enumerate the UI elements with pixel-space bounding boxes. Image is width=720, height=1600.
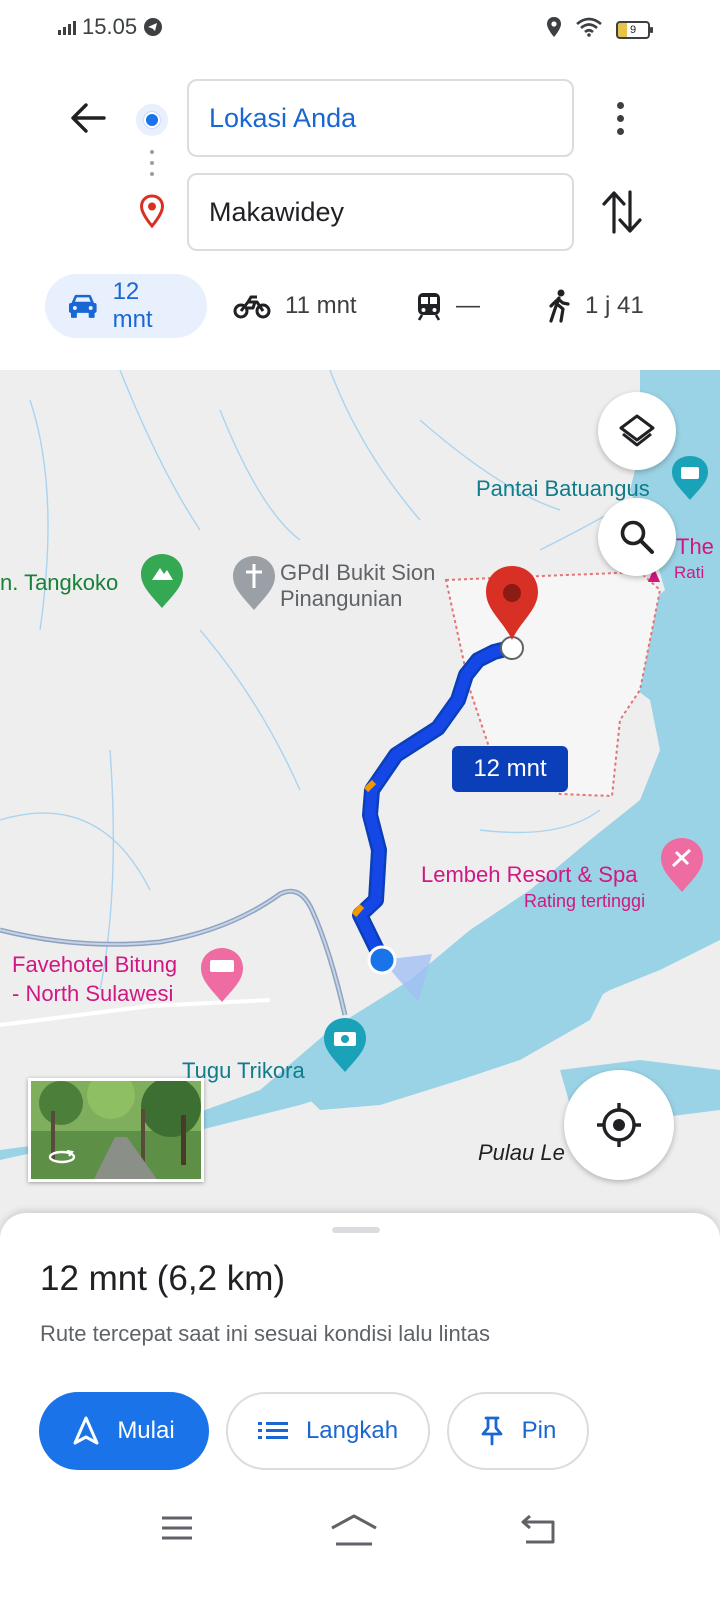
mode-car-time: 12 mnt bbox=[112, 278, 153, 333]
status-time: 15.05 bbox=[82, 14, 138, 39]
route-description: Rute tercepat saat ini sesuai kondisi la… bbox=[40, 1321, 491, 1346]
mode-motorcycle-time: 11 mnt bbox=[285, 292, 357, 319]
route-bottom-sheet[interactable]: 12 mnt (6,2 km) Rute tercepat saat ini s… bbox=[0, 1213, 720, 1600]
system-nav-bar bbox=[0, 1490, 720, 1600]
pin-icon bbox=[481, 1416, 503, 1446]
steps-button[interactable]: Langkah bbox=[226, 1392, 430, 1470]
location-status-icon bbox=[546, 16, 562, 43]
destination-pin-icon bbox=[136, 194, 168, 230]
layers-icon bbox=[619, 414, 655, 447]
battery-level: 9 bbox=[629, 23, 637, 36]
layers-button[interactable] bbox=[598, 392, 676, 470]
start-label: Mulai bbox=[117, 1417, 175, 1444]
map-label-church-line1: GPdI Bukit Sion bbox=[280, 560, 436, 585]
mode-transit[interactable]: — bbox=[416, 274, 480, 338]
car-icon bbox=[68, 294, 97, 318]
navigation-arrow-icon bbox=[73, 1416, 99, 1445]
map-label-pulau: Pulau Le bbox=[478, 1140, 565, 1165]
more-options-button[interactable] bbox=[600, 94, 640, 142]
map-label-tangkoko[interactable]: n. Tangkoko bbox=[0, 570, 118, 596]
street-view-thumbnail[interactable] bbox=[28, 1078, 204, 1182]
map-label-church[interactable]: GPdI Bukit Sion Pinangunian bbox=[280, 560, 435, 612]
back-arrow-icon bbox=[71, 103, 106, 133]
mode-walk-time: 1 j 41 bbox=[585, 292, 644, 319]
swap-icon bbox=[602, 190, 642, 234]
route-connector bbox=[150, 150, 154, 176]
route-summary: 12 mnt (6,2 km) bbox=[40, 1259, 286, 1298]
start-button[interactable]: Mulai bbox=[39, 1392, 209, 1470]
mode-motorcycle[interactable]: 11 mnt bbox=[233, 274, 357, 338]
mode-walk[interactable]: 1 j 41 bbox=[547, 274, 644, 338]
map-label-pantai[interactable]: Pantai Batuangus bbox=[476, 476, 650, 502]
directions-header: Lokasi Anda Makawidey 12 mnt 11 mnt — 1 … bbox=[0, 58, 720, 370]
travel-modes: 12 mnt 11 mnt — 1 j 41 bbox=[0, 274, 720, 338]
search-map-button[interactable] bbox=[598, 498, 676, 576]
map-label-the[interactable]: The bbox=[676, 534, 714, 560]
walk-icon bbox=[549, 289, 570, 323]
map-label-lembeh-sub: Rating tertinggi bbox=[524, 891, 646, 911]
origin-dot-icon bbox=[136, 104, 168, 136]
mode-transit-time: — bbox=[456, 292, 480, 319]
menu-nav-icon[interactable] bbox=[160, 1514, 194, 1542]
motorcycle-icon bbox=[233, 295, 271, 319]
status-left: 15.05 bbox=[58, 14, 163, 40]
sheet-drag-handle[interactable] bbox=[332, 1227, 380, 1233]
my-location-icon bbox=[597, 1103, 641, 1147]
origin-field[interactable]: Lokasi Anda bbox=[187, 79, 574, 157]
search-icon bbox=[620, 520, 654, 554]
map-label-rati: Rati bbox=[674, 563, 705, 582]
map-view[interactable]: n. Tangkoko GPdI Bukit Sion Pinangunian … bbox=[0, 370, 720, 1240]
map-label-favehotel-line2: - North Sulawesi bbox=[12, 981, 174, 1006]
pin-label: Pin bbox=[521, 1417, 557, 1444]
status-bar: 15.05 9 bbox=[0, 0, 720, 58]
transit-icon bbox=[417, 293, 441, 321]
signal-icon bbox=[58, 19, 76, 35]
battery-icon: 9 bbox=[616, 20, 653, 39]
telegram-icon bbox=[143, 17, 163, 37]
home-nav-icon[interactable] bbox=[330, 1514, 378, 1546]
back-nav-icon[interactable] bbox=[520, 1514, 556, 1544]
wifi-icon bbox=[576, 17, 602, 42]
list-icon bbox=[257, 1422, 288, 1439]
eta-chip[interactable]: 12 mnt bbox=[452, 746, 568, 792]
street-view-360-icon bbox=[48, 1149, 76, 1164]
swap-button[interactable] bbox=[600, 188, 644, 236]
status-right: 9 bbox=[546, 16, 653, 43]
mode-car[interactable]: 12 mnt bbox=[45, 274, 207, 338]
my-location-button[interactable] bbox=[564, 1070, 674, 1180]
pin-button[interactable]: Pin bbox=[447, 1392, 589, 1470]
back-button[interactable] bbox=[62, 96, 114, 140]
steps-label: Langkah bbox=[305, 1417, 399, 1444]
map-label-lembeh[interactable]: Lembeh Resort & Spa bbox=[421, 862, 637, 888]
map-label-church-line2: Pinangunian bbox=[280, 586, 403, 611]
map-label-favehotel[interactable]: Favehotel Bitung - North Sulawesi bbox=[12, 950, 177, 1008]
destination-field[interactable]: Makawidey bbox=[187, 173, 574, 251]
map-label-favehotel-line1: Favehotel Bitung bbox=[12, 952, 178, 977]
